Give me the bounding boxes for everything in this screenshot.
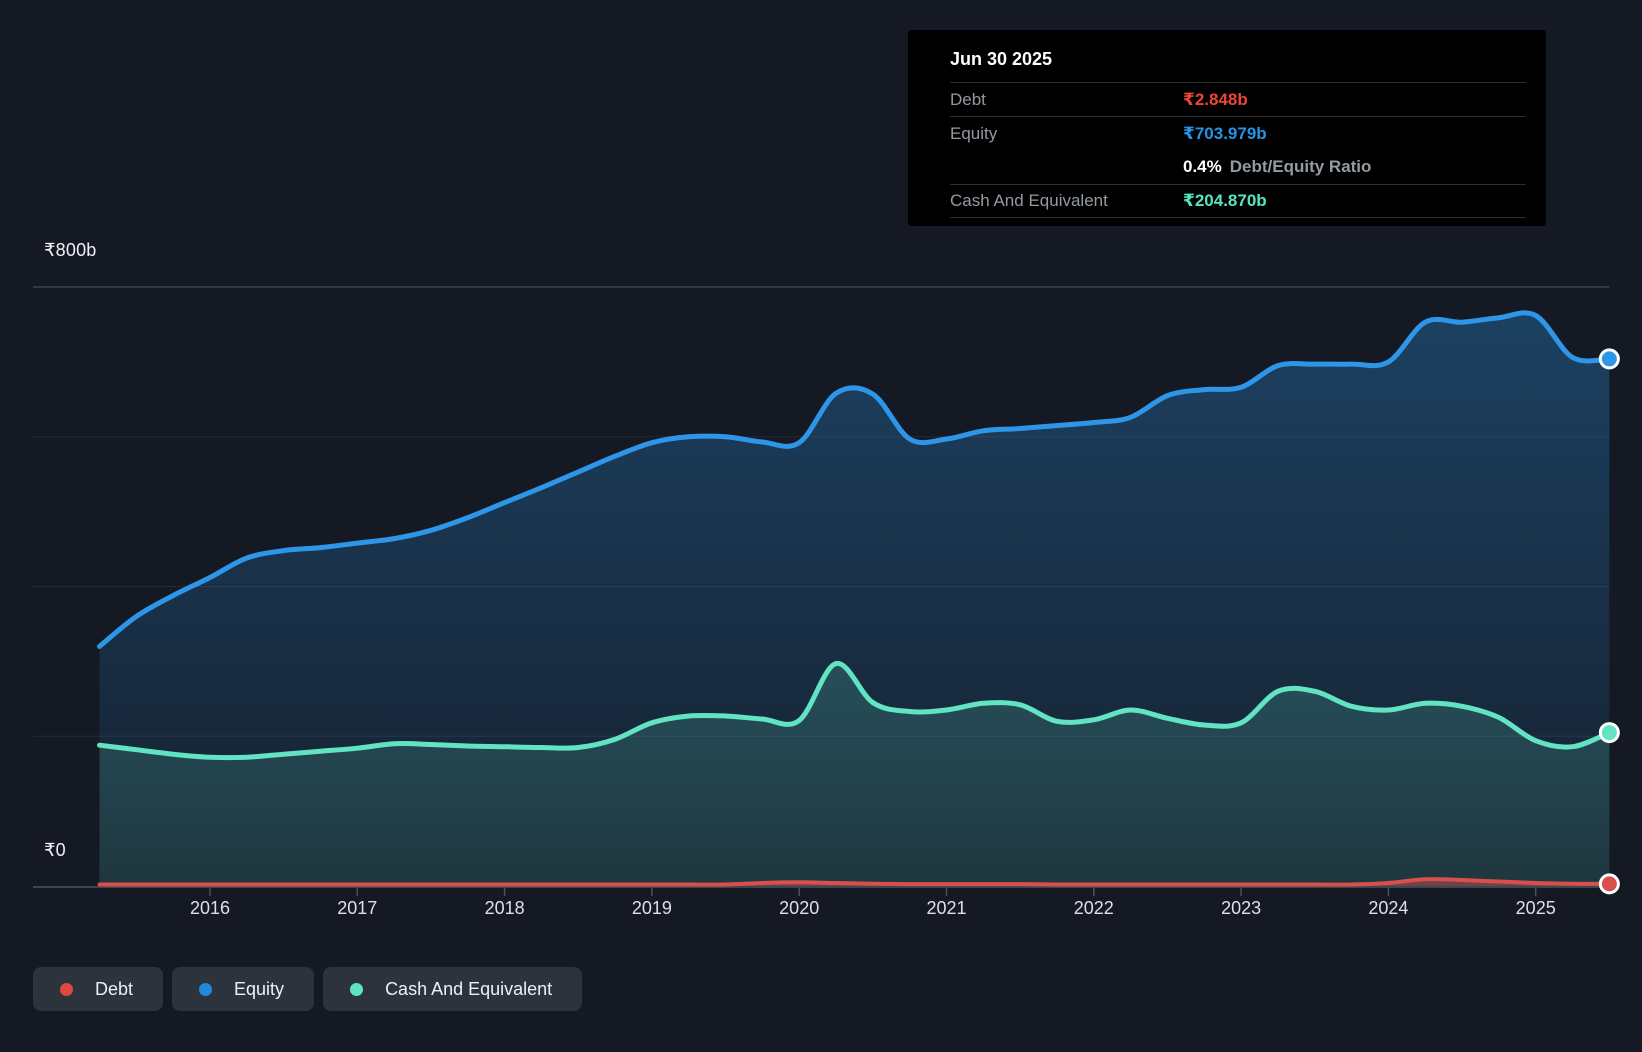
tooltip-date: Jun 30 2025 bbox=[950, 36, 1526, 82]
equity-legend-dot-icon bbox=[199, 983, 212, 996]
debt-endpoint-marker bbox=[1600, 875, 1618, 893]
tooltip-debt-label: Debt bbox=[950, 90, 1183, 110]
legend-cash-label: Cash And Equivalent bbox=[385, 979, 552, 1000]
tooltip-equity-label: Equity bbox=[950, 124, 1183, 144]
legend-debt-label: Debt bbox=[95, 979, 133, 1000]
x-axis-label-2022: 2022 bbox=[1074, 898, 1114, 918]
tooltip: Jun 30 2025 Debt ₹2.848b Equity ₹703.979… bbox=[908, 30, 1546, 226]
cash-and-equivalent-endpoint-marker bbox=[1600, 724, 1618, 742]
x-axis-label-2019: 2019 bbox=[632, 898, 672, 918]
x-axis-label-2024: 2024 bbox=[1368, 898, 1408, 918]
x-axis-label-2025: 2025 bbox=[1516, 898, 1556, 918]
cash-legend-dot-icon bbox=[350, 983, 363, 996]
y-axis-label-800b: ₹800b bbox=[44, 240, 97, 261]
equity-endpoint-marker bbox=[1600, 350, 1618, 368]
x-axis-label-2023: 2023 bbox=[1221, 898, 1261, 918]
tooltip-cash-value: ₹204.870b bbox=[1183, 191, 1267, 211]
tooltip-row-debt: Debt ₹2.848b bbox=[950, 82, 1526, 116]
debt-legend-dot-icon bbox=[60, 983, 73, 996]
tooltip-row-ratio: 0.4% Debt/Equity Ratio bbox=[950, 150, 1526, 184]
tooltip-row-cash: Cash And Equivalent ₹204.870b bbox=[950, 184, 1526, 218]
x-axis-label-2021: 2021 bbox=[926, 898, 966, 918]
tooltip-debt-value: ₹2.848b bbox=[1183, 90, 1248, 110]
x-axis-label-2020: 2020 bbox=[779, 898, 819, 918]
balance-sheet-history-chart: 2016 2017 2018 2019 2020 2021 2022 2023 2024 2025… bbox=[0, 0, 1642, 1052]
tooltip-equity-value: ₹703.979b bbox=[1183, 124, 1267, 144]
y-axis-label-0: ₹0 bbox=[44, 840, 66, 861]
x-axis-label-2018: 2018 bbox=[485, 898, 525, 918]
legend-item-cash[interactable]: Cash And Equivalent bbox=[323, 967, 582, 1011]
x-axis-label-2016: 2016 bbox=[190, 898, 230, 918]
tooltip-ratio-value: 0.4% bbox=[1183, 157, 1222, 177]
legend-item-equity[interactable]: Equity bbox=[172, 967, 314, 1011]
tooltip-cash-label: Cash And Equivalent bbox=[950, 191, 1183, 211]
legend-equity-label: Equity bbox=[234, 979, 284, 1000]
tooltip-row-equity: Equity ₹703.979b bbox=[950, 116, 1526, 150]
legend-item-debt[interactable]: Debt bbox=[33, 967, 163, 1011]
x-axis-label-2017: 2017 bbox=[337, 898, 377, 918]
legend: Debt Equity Cash And Equivalent bbox=[33, 967, 582, 1011]
tooltip-ratio-label: Debt/Equity Ratio bbox=[1230, 157, 1372, 177]
